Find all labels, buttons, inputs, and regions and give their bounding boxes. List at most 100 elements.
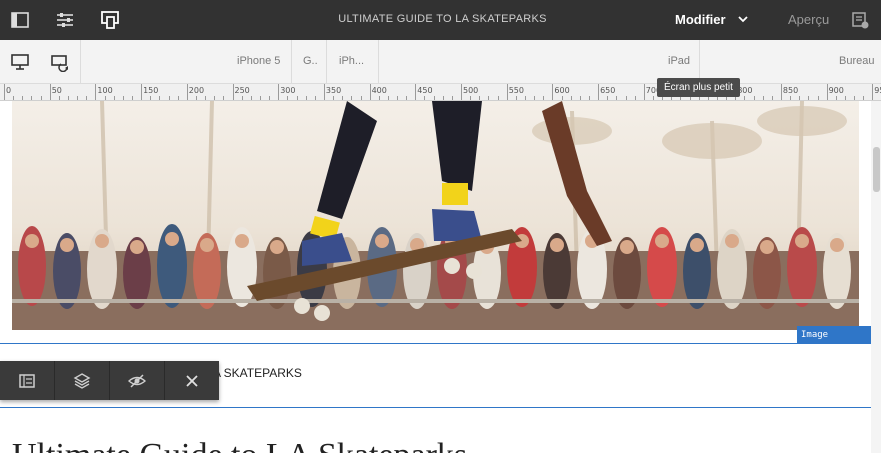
desktop-icon[interactable] [10, 52, 30, 72]
ruler-tick [433, 96, 435, 100]
ruler-label: 150 [143, 86, 159, 95]
device-g[interactable]: G.. [303, 55, 318, 67]
device-divider [699, 40, 700, 83]
ruler-tick [643, 84, 645, 100]
layers-icon[interactable] [55, 361, 109, 400]
ruler-tick [342, 96, 344, 100]
ruler-tick [561, 96, 563, 100]
ruler-tick [305, 96, 307, 100]
chevron-down-icon[interactable] [737, 12, 749, 31]
ruler-tick [77, 96, 79, 100]
ruler-tick [223, 96, 225, 100]
ruler-tick [497, 96, 499, 100]
ruler-label: 350 [325, 86, 342, 95]
ruler-tick [150, 96, 152, 100]
configure-icon[interactable] [0, 361, 54, 400]
device-ipad[interactable]: iPad [668, 55, 690, 67]
editor-window: ULTIMATE GUIDE TO LA SKATEPARKS Modifier… [0, 0, 881, 453]
page-heading[interactable]: Ultimate Guide to LA Skateparks [12, 437, 467, 453]
ruler-tick [424, 96, 426, 100]
preview-button[interactable]: Aperçu [788, 12, 829, 27]
ruler-tick [40, 96, 42, 100]
ruler-tick [351, 96, 353, 100]
ruler-tick [387, 96, 389, 100]
ruler-tick [780, 84, 782, 100]
ruler-tick [525, 96, 526, 100]
device-bureau[interactable]: Bureau [839, 55, 874, 67]
ruler-tick [470, 96, 472, 100]
ruler-tick [415, 84, 417, 100]
ruler-tick [543, 96, 545, 100]
emulator-icon[interactable] [96, 6, 124, 34]
ruler-tick [762, 96, 764, 100]
ruler-tick [634, 96, 636, 100]
close-icon[interactable] [165, 361, 219, 400]
annotations-icon[interactable] [846, 6, 874, 34]
ruler-label: 200 [188, 86, 205, 95]
ruler-tick [68, 96, 69, 100]
scrollbar-thumb[interactable] [873, 147, 880, 192]
ruler-tick [515, 96, 517, 100]
ruler-tick [790, 96, 791, 100]
ruler-tick [168, 96, 170, 100]
ruler-tick [122, 96, 124, 100]
ruler-tick [369, 84, 371, 100]
ruler-label: 100 [97, 86, 113, 95]
ruler-tick [250, 96, 252, 100]
ruler-label: 600 [554, 86, 570, 95]
ruler-tick [872, 84, 874, 100]
ruler-tick [378, 96, 380, 100]
page-canvas: Image [Racine] A SKATEPARKS Ultimate Gui… [0, 101, 871, 453]
ruler-tick [570, 96, 572, 100]
ruler-tick [323, 84, 325, 100]
ruler-tick [771, 96, 773, 100]
ruler-tick [534, 96, 536, 100]
device-divider [291, 40, 292, 83]
rotate-device-icon[interactable] [50, 52, 70, 73]
tooltip: Écran plus petit [657, 78, 740, 97]
ruler-tick [488, 96, 490, 100]
ruler-tick [652, 96, 654, 100]
device-iphone5[interactable]: iPhone 5 [237, 55, 280, 67]
ruler-tick [214, 96, 216, 100]
ruler-tick [49, 84, 51, 100]
ruler-tick [113, 96, 115, 100]
ruler-tick [616, 96, 618, 100]
component-outline-bottom [0, 407, 871, 408]
ruler-tick [753, 96, 755, 100]
page-properties-icon[interactable] [51, 6, 79, 34]
ruler-tick [205, 96, 207, 100]
mode-selector[interactable]: Modifier [675, 12, 726, 27]
ruler-tick [13, 96, 15, 100]
ruler-label: 950 [874, 86, 881, 95]
ruler-tick [4, 84, 5, 100]
ruler-label: 250 [234, 86, 250, 95]
ruler-tick [799, 96, 801, 100]
ruler-tick [607, 96, 609, 100]
top-toolbar: ULTIMATE GUIDE TO LA SKATEPARKS Modifier… [0, 0, 881, 40]
component-badge[interactable]: Image [Racine] [797, 326, 871, 358]
device-iphone[interactable]: iPh... [339, 55, 364, 67]
ruler-tick [479, 96, 481, 100]
ruler-tick [817, 96, 819, 100]
ruler-tick [232, 84, 234, 100]
ruler-tick [287, 96, 289, 100]
ruler-tick [159, 96, 161, 100]
breadcrumb-text[interactable]: A SKATEPARKS [213, 366, 302, 380]
side-panel-icon[interactable] [6, 6, 34, 34]
ruler-tick [22, 96, 24, 100]
ruler-tick [195, 96, 197, 100]
device-divider [80, 40, 81, 83]
ruler-tick [442, 96, 444, 100]
hide-icon[interactable] [110, 361, 164, 400]
ruler-tick [863, 96, 865, 100]
ruler-label: 500 [463, 86, 479, 95]
component-outline-top [0, 343, 871, 344]
hero-image[interactable] [12, 101, 859, 330]
ruler-tick [744, 96, 746, 100]
ruler-tick [461, 84, 462, 100]
ruler-tick [333, 96, 334, 100]
ruler-tick [808, 96, 810, 100]
ruler-tick [579, 96, 581, 100]
ruler: 0 50 100 150 200 250 300 350 400 450 500 550 600 650 7… [0, 84, 881, 101]
